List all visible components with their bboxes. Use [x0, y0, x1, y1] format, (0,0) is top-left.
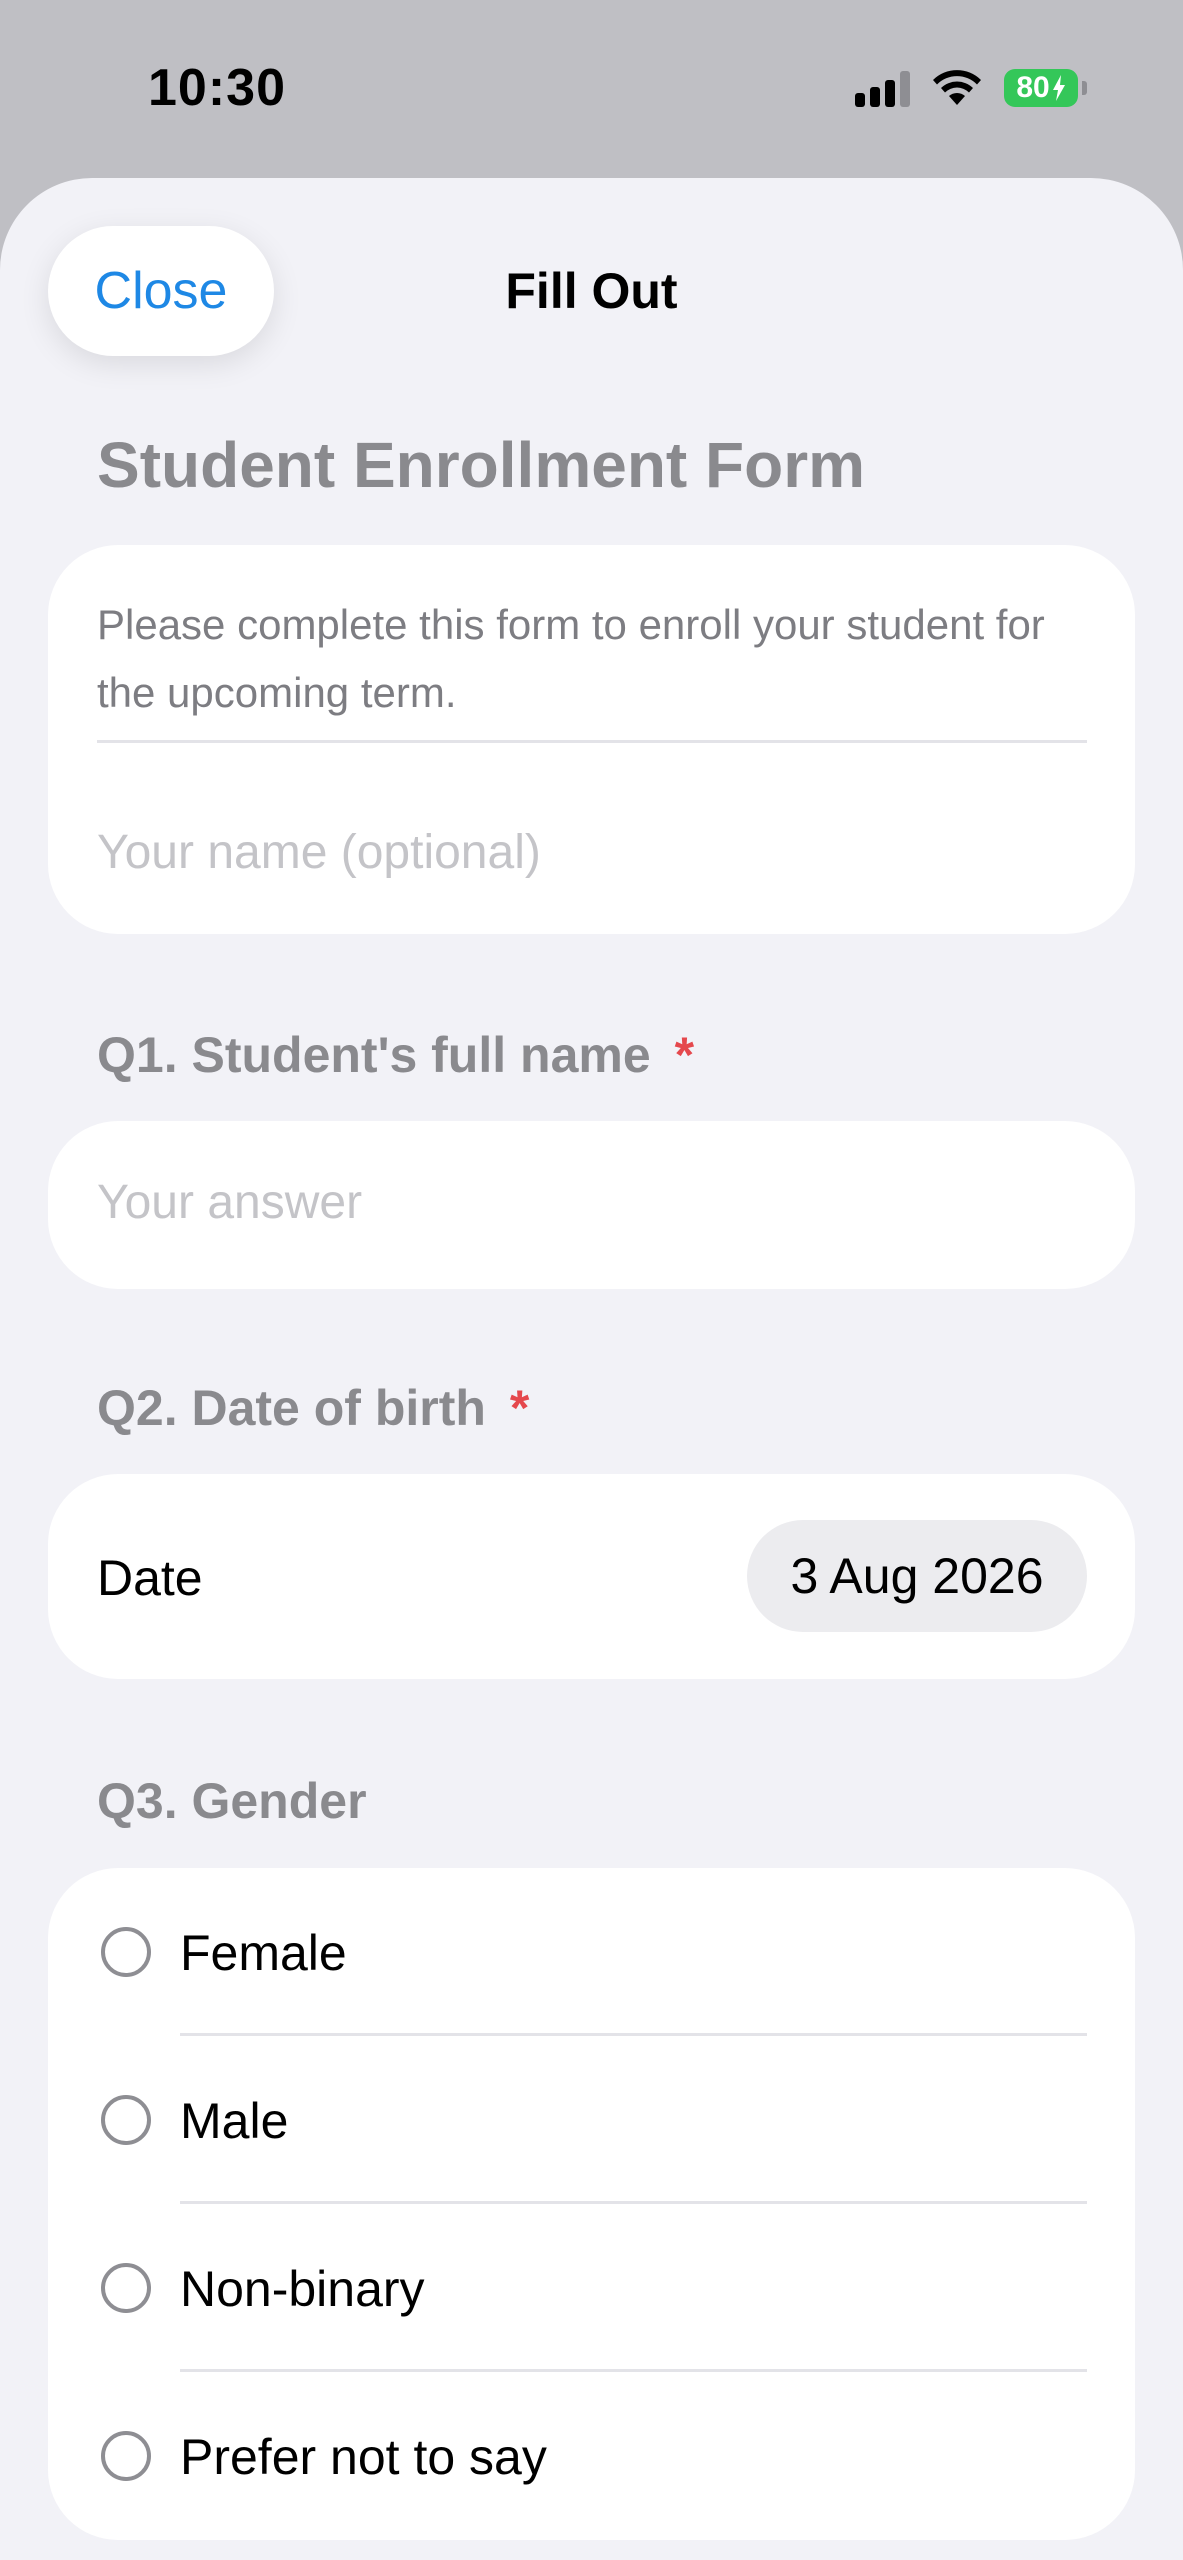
status-icons: 80 — [855, 64, 1087, 112]
date-field-label: Date — [97, 1550, 203, 1606]
respondent-name-input[interactable]: Your name (optional) — [97, 825, 1097, 880]
question-2-label: Q2. Date of birth * — [97, 1379, 529, 1437]
status-time: 10:30 — [148, 59, 286, 117]
cellular-signal-icon — [855, 69, 910, 107]
divider — [97, 740, 1087, 743]
date-picker-button[interactable]: 3 Aug 2026 — [747, 1520, 1087, 1632]
required-marker: * — [674, 1027, 695, 1083]
radio-unselected-icon[interactable] — [101, 2095, 151, 2145]
question-1-answer-field[interactable]: Your answer — [48, 1121, 1135, 1289]
sheet-title: Fill Out — [505, 263, 678, 319]
battery-level: 80 — [1016, 71, 1050, 104]
form-title: Student Enrollment Form — [97, 429, 865, 501]
charging-bolt-icon — [1052, 75, 1065, 101]
question-1-text: Q1. Student's full name — [97, 1027, 651, 1083]
question-3-text: Q3. Gender — [97, 1773, 367, 1829]
question-3-label: Q3. Gender — [97, 1772, 367, 1830]
gender-options-card: Female Male Non-binary Prefer not to say — [48, 1868, 1135, 2540]
option-label: Female — [180, 1925, 347, 1981]
question-2-text: Q2. Date of birth — [97, 1380, 486, 1436]
gender-option-prefer-not-to-say[interactable]: Prefer not to say — [48, 2372, 1135, 2540]
student-name-input[interactable]: Your answer — [97, 1175, 362, 1230]
radio-unselected-icon[interactable] — [101, 2431, 151, 2481]
radio-unselected-icon[interactable] — [101, 1927, 151, 1977]
battery-icon: 80 — [1004, 69, 1078, 107]
gender-option-female[interactable]: Female — [48, 1868, 1135, 2036]
option-label: Prefer not to say — [180, 2429, 547, 2485]
question-1-label: Q1. Student's full name * — [97, 1026, 694, 1084]
status-bar: 10:30 80 — [0, 0, 1183, 178]
option-label: Male — [180, 2093, 289, 2149]
radio-unselected-icon[interactable] — [101, 2263, 151, 2313]
form-sheet: Close Fill Out Student Enrollment Form P… — [0, 178, 1183, 2560]
battery-cap — [1082, 81, 1087, 95]
form-description: Please complete this form to enroll your… — [97, 601, 1045, 716]
required-marker: * — [509, 1380, 530, 1436]
wifi-icon — [933, 70, 981, 105]
option-label: Non-binary — [180, 2261, 425, 2317]
date-of-birth-card: Date 3 Aug 2026 — [48, 1474, 1135, 1679]
form-intro-card: Please complete this form to enroll your… — [48, 545, 1135, 934]
gender-option-male[interactable]: Male — [48, 2036, 1135, 2204]
gender-option-non-binary[interactable]: Non-binary — [48, 2204, 1135, 2372]
